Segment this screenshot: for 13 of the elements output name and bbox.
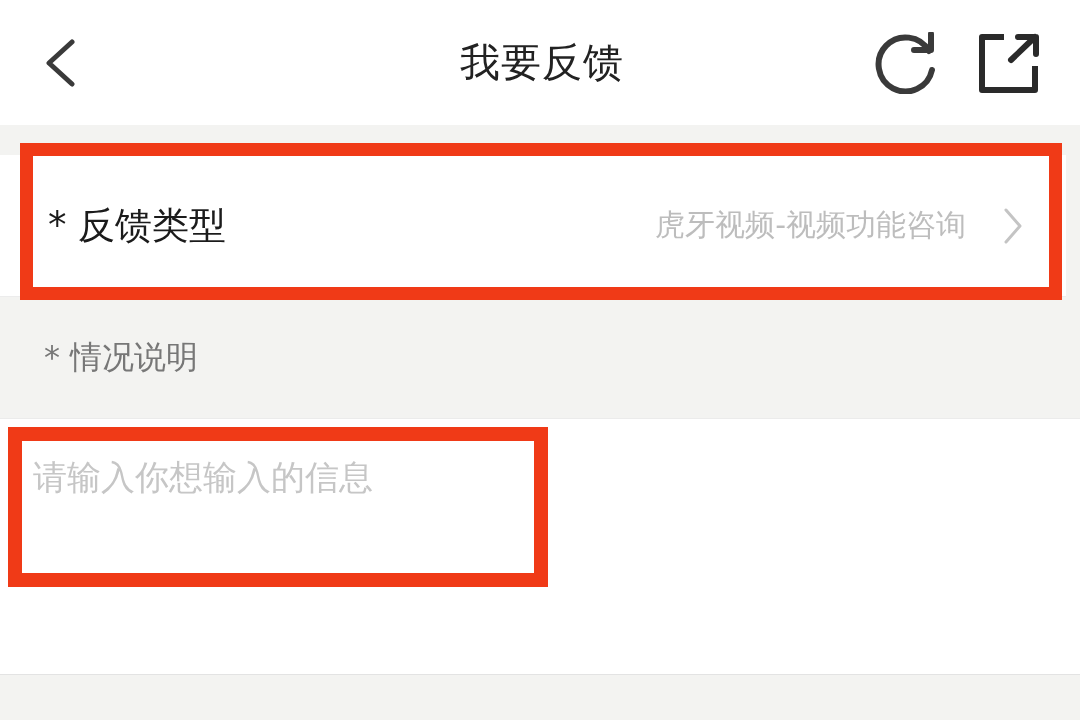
- share-button[interactable]: [978, 32, 1040, 93]
- refresh-icon: [874, 31, 938, 94]
- feedback-type-row[interactable]: * 反馈类型 虎牙视频-视频功能咨询: [0, 155, 1066, 297]
- feedback-type-label: * 反馈类型: [48, 202, 228, 249]
- description-label: * 情况说明: [44, 336, 199, 378]
- description-field[interactable]: 请输入你想输入的信息: [0, 418, 1080, 675]
- feedback-type-value: 虎牙视频-视频功能咨询: [655, 206, 966, 244]
- back-button[interactable]: [44, 38, 76, 87]
- back-icon: [44, 38, 76, 87]
- refresh-button[interactable]: [874, 31, 938, 94]
- share-icon: [978, 32, 1040, 93]
- chevron-right-icon: [1004, 207, 1022, 244]
- page-title: 我要反馈: [460, 38, 624, 87]
